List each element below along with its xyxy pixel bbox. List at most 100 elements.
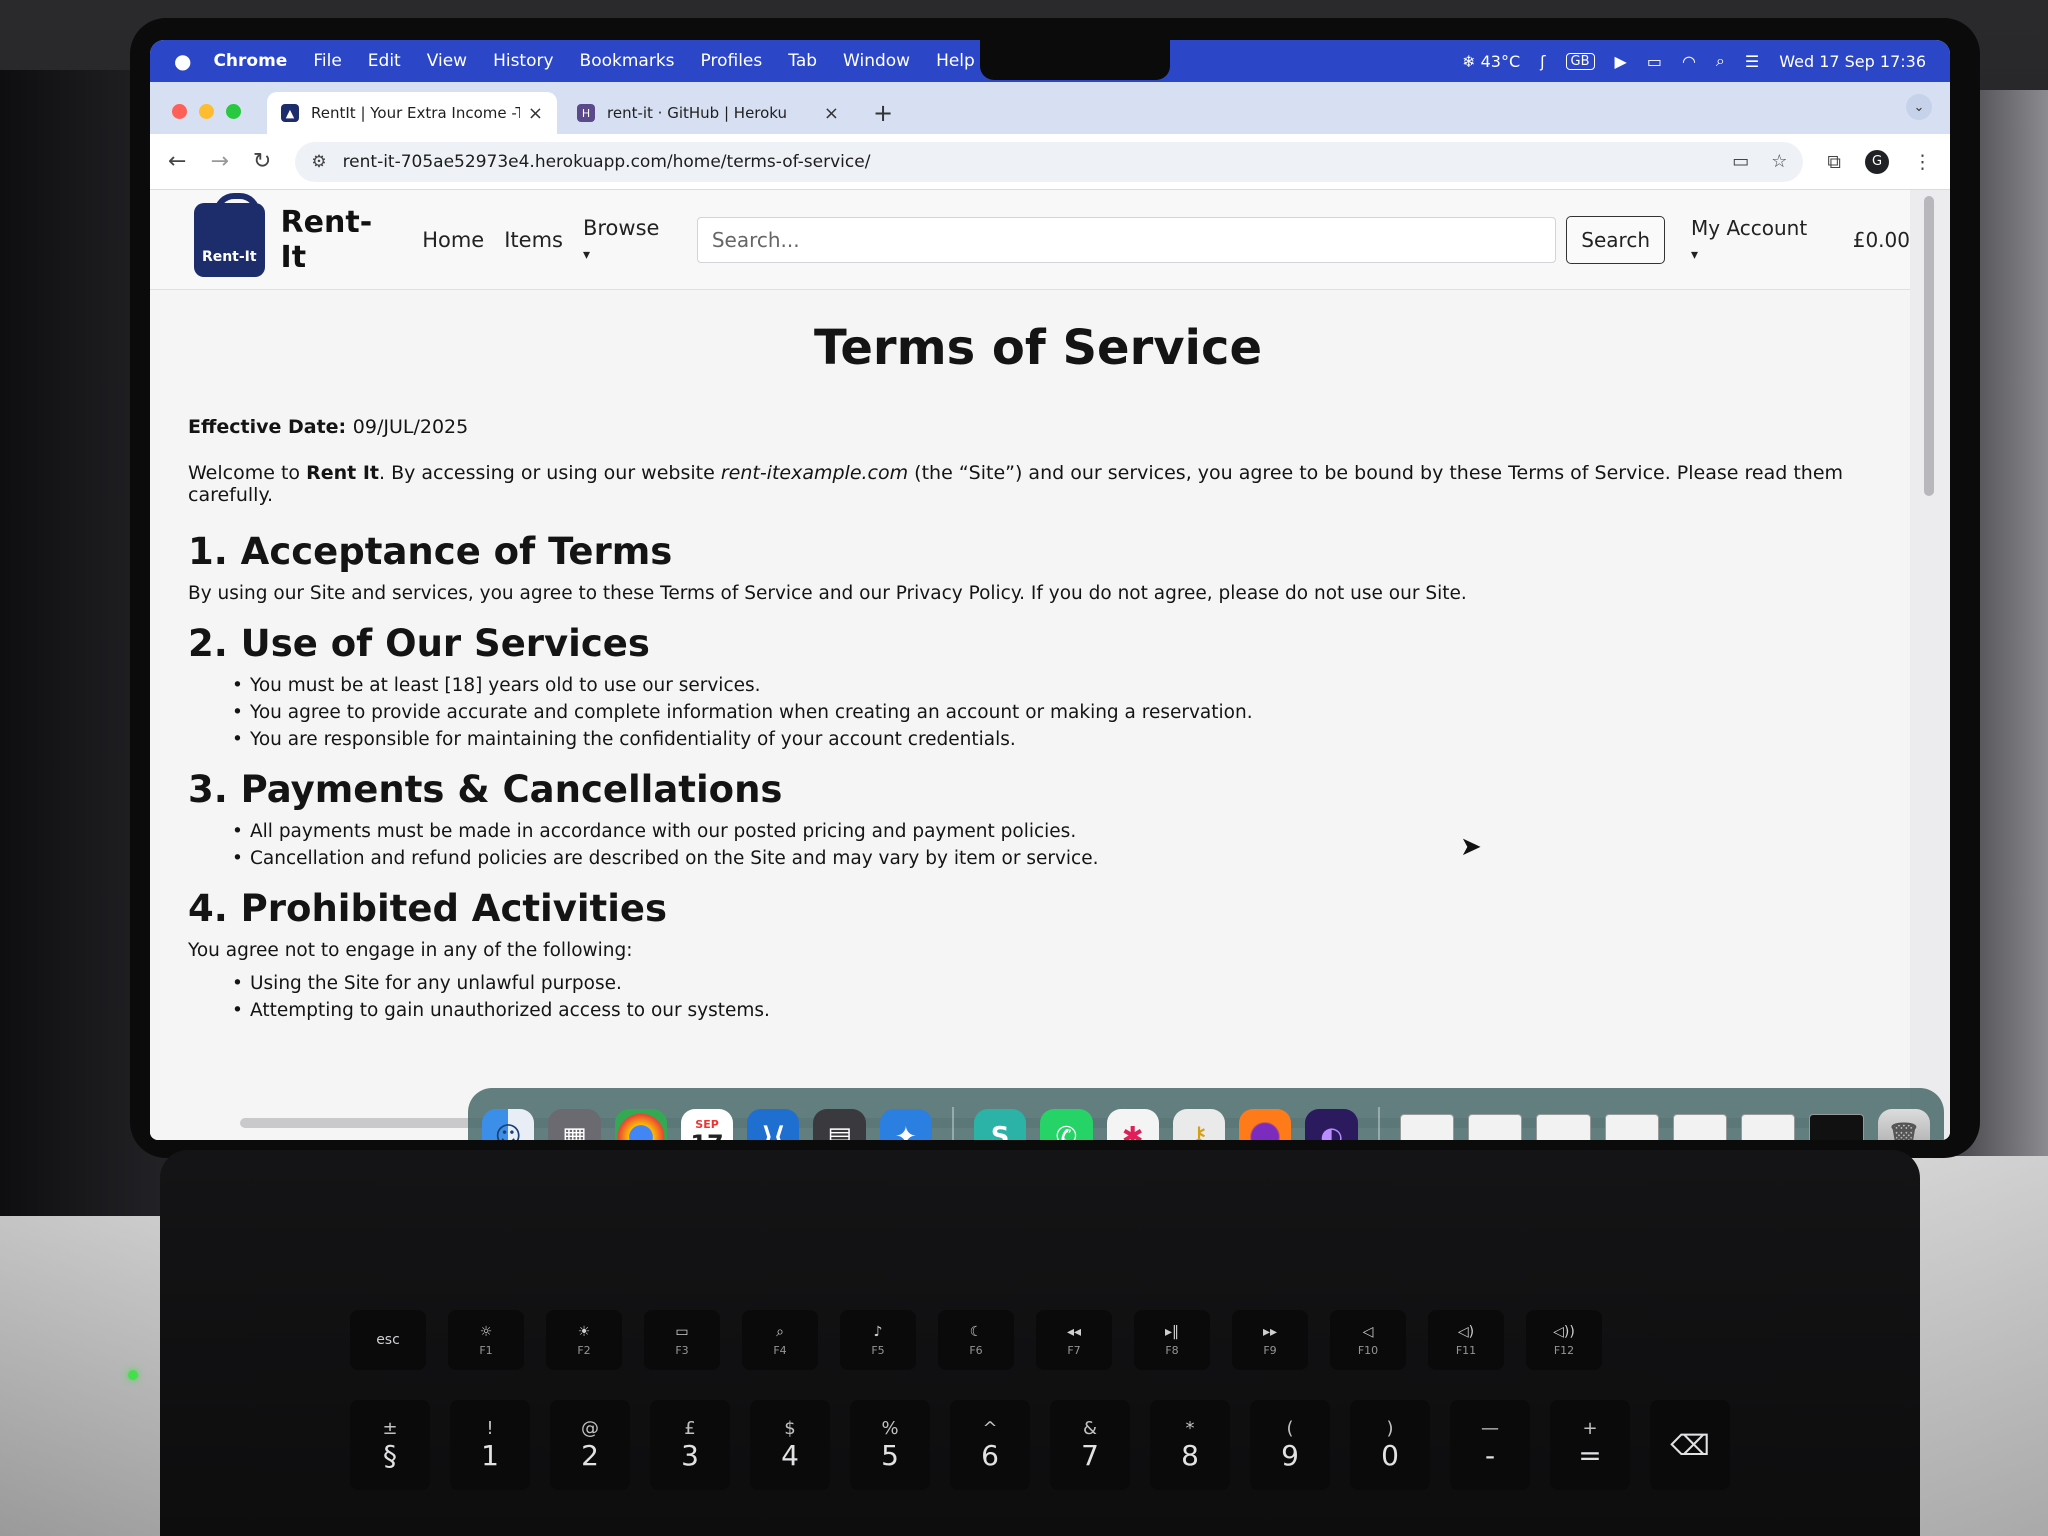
f8-key[interactable]: ▸‖ F8 <box>1134 1310 1210 1370</box>
tab-rentit[interactable]: ▲ RentIt | Your Extra Income -Te × <box>267 92 557 134</box>
calendar-icon[interactable]: SEP17 <box>680 1109 734 1140</box>
slack-icon[interactable]: ✱ <box>1106 1109 1159 1140</box>
f1-key[interactable]: ☼ F1 <box>448 1310 524 1370</box>
surfshark-icon[interactable]: S <box>973 1109 1027 1140</box>
close-icon[interactable]: × <box>824 103 839 124</box>
vscode-icon[interactable]: ⟩⟨ <box>747 1109 800 1140</box>
minimized-window[interactable] <box>1741 1114 1796 1140</box>
zoom-window-button[interactable] <box>226 103 241 119</box>
temperature-readout[interactable]: ❄ 43°C <box>1462 52 1520 71</box>
my-account-dropdown[interactable]: My Account <box>1691 216 1813 264</box>
minimized-window[interactable] <box>1604 1114 1659 1140</box>
kebab-menu-icon[interactable]: ⋮ <box>1913 151 1932 173</box>
finder-icon[interactable]: ☺ <box>482 1109 535 1140</box>
tab-search-chevron-icon[interactable]: ⌄ <box>1906 94 1932 120</box>
minimize-window-button[interactable] <box>199 103 214 119</box>
equals-key[interactable]: + = <box>1550 1400 1630 1490</box>
key-5[interactable]: % 5 <box>850 1400 930 1490</box>
f2-key[interactable]: ☀ F2 <box>546 1310 622 1370</box>
f3-key[interactable]: ▭ F3 <box>644 1310 720 1370</box>
profile-avatar[interactable]: G <box>1865 149 1889 174</box>
key-6[interactable]: ^ 6 <box>950 1400 1030 1490</box>
f11-key[interactable]: ◁) F11 <box>1428 1310 1504 1370</box>
key-shift-label: ± <box>382 1418 398 1439</box>
key-4[interactable]: $4 <box>750 1400 830 1490</box>
play-icon[interactable]: ▶ <box>1615 52 1627 71</box>
calculator-icon[interactable]: ▤ <box>813 1109 866 1140</box>
key-2[interactable]: @2 <box>550 1400 630 1490</box>
site-search-input[interactable]: Search... <box>696 216 1557 263</box>
f5-key[interactable]: ♪ F5 <box>840 1310 916 1370</box>
wifi-icon[interactable]: ◠ <box>1682 52 1696 71</box>
menu-profiles[interactable]: Profiles <box>701 51 763 71</box>
key-8[interactable]: * 8 <box>1150 1400 1230 1490</box>
launchpad-icon[interactable]: ▦ <box>548 1109 601 1140</box>
keychain-icon[interactable]: ⚷ <box>1172 1109 1226 1140</box>
menu-window[interactable]: Window <box>843 51 910 71</box>
f4-key[interactable]: ⌕ F4 <box>742 1310 818 1370</box>
menu-app-name[interactable]: Chrome <box>213 51 287 71</box>
control-center-icon[interactable]: ☰ <box>1745 52 1759 71</box>
address-bar[interactable]: ⚙ rent-it-705ae52973e4.herokuapp.com/hom… <box>295 141 1804 182</box>
gb-badge[interactable]: GB <box>1565 52 1595 70</box>
f10-key[interactable]: ◁ F10 <box>1330 1310 1406 1370</box>
minimized-window[interactable] <box>1672 1114 1728 1140</box>
menu-file[interactable]: File <box>313 51 341 71</box>
key-7[interactable]: & 7 <box>1050 1400 1130 1490</box>
apple-icon[interactable]: ● <box>174 49 191 73</box>
reload-icon[interactable]: ↻ <box>253 149 271 174</box>
menu-help[interactable]: Help <box>936 51 975 71</box>
esc-key[interactable]: esc <box>350 1310 426 1370</box>
minimized-window[interactable] <box>1399 1114 1454 1140</box>
back-arrow-icon[interactable]: ← <box>168 149 186 174</box>
nav-home[interactable]: Home <box>422 228 484 252</box>
whatsapp-icon[interactable]: ✆ <box>1040 1109 1093 1140</box>
nav-browse-dropdown[interactable]: Browse <box>583 216 667 264</box>
key-3[interactable]: £3 <box>650 1400 730 1490</box>
f6-key[interactable]: ☾ F6 <box>938 1310 1014 1370</box>
minimized-window[interactable] <box>1536 1114 1591 1140</box>
scroll-thumb[interactable] <box>1924 196 1934 496</box>
menu-view[interactable]: View <box>427 51 467 71</box>
battery-icon[interactable]: ▭ <box>1647 52 1662 71</box>
trash-icon[interactable]: 🗑 <box>1877 1109 1930 1140</box>
card-icon[interactable]: ▭ <box>1732 151 1749 172</box>
site-info-icon[interactable]: ⚙ <box>311 152 326 172</box>
f7-key[interactable]: ◂◂ F7 <box>1036 1310 1112 1370</box>
close-window-button[interactable] <box>172 103 187 119</box>
firefox-icon[interactable] <box>1239 1109 1292 1140</box>
forward-arrow-icon[interactable]: → <box>210 149 228 174</box>
bookmark-star-icon[interactable]: ☆ <box>1771 151 1787 172</box>
backspace-key[interactable]: ⌫ <box>1650 1400 1730 1490</box>
minimized-window[interactable] <box>1467 1114 1523 1140</box>
minimized-window[interactable] <box>1809 1114 1864 1140</box>
f12-key[interactable]: ◁)) F12 <box>1526 1310 1602 1370</box>
key-0[interactable]: ) 0 <box>1350 1400 1430 1490</box>
section-key[interactable]: ± § <box>350 1400 430 1490</box>
nav-items[interactable]: Items <box>504 228 563 252</box>
close-icon[interactable]: × <box>528 103 543 124</box>
menu-history[interactable]: History <box>493 51 553 71</box>
clock[interactable]: Wed 17 Sep 17:36 <box>1779 52 1926 71</box>
vertical-scrollbar[interactable] <box>1910 190 1950 1140</box>
key-9[interactable]: (9 <box>1250 1400 1330 1490</box>
spotlight-search-icon[interactable]: ⌕ <box>1716 51 1725 71</box>
menu-edit[interactable]: Edit <box>368 51 401 71</box>
rent-it-logo[interactable]: Rent-It <box>194 192 265 277</box>
brand-name[interactable]: Rent-It <box>281 205 393 275</box>
menu-bookmarks[interactable]: Bookmarks <box>580 51 675 71</box>
extensions-icon[interactable]: ⧉ <box>1827 151 1841 173</box>
cart-total[interactable]: £0.00 <box>1853 228 1910 252</box>
search-button[interactable]: Search <box>1566 215 1665 264</box>
key-1[interactable]: ! 1 <box>450 1400 530 1490</box>
tab-heroku[interactable]: H rent-it · GitHub | Heroku × <box>563 92 853 134</box>
url-text[interactable]: rent-it-705ae52973e4.herokuapp.com/home/… <box>343 152 1711 172</box>
menu-tab[interactable]: Tab <box>788 51 817 71</box>
safari-icon[interactable]: ✦ <box>879 1109 933 1140</box>
new-tab-button[interactable]: + <box>859 92 907 134</box>
f9-key[interactable]: ▸▸ F9 <box>1232 1310 1308 1370</box>
tor-browser-icon[interactable]: ◐ <box>1305 1109 1358 1140</box>
chrome-icon[interactable] <box>614 1109 667 1140</box>
minus-key[interactable]: — - <box>1450 1400 1530 1490</box>
feather-icon[interactable]: ʃ <box>1540 52 1545 71</box>
